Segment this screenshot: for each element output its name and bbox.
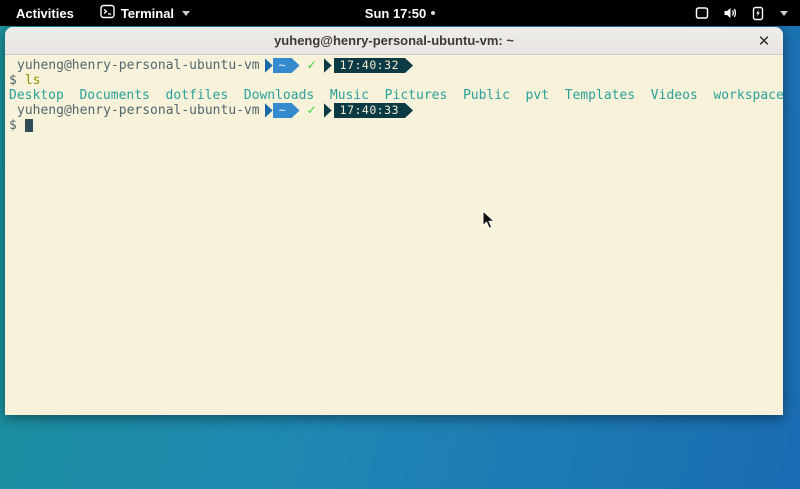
powerline-arrow-icon	[292, 103, 300, 118]
notification-dot-icon	[431, 11, 435, 15]
ls-output: Desktop Documents dotfiles Downloads Mus…	[9, 88, 783, 103]
battery-charging-icon	[750, 5, 766, 21]
prompt-directory-segment: ~	[265, 103, 300, 118]
powerline-arrow-icon	[265, 58, 273, 73]
prompt-line-2: yuheng@henry-personal-ubuntu-vm ~ ✓ 17:4…	[9, 103, 781, 118]
powerline-arrow-icon	[324, 58, 332, 73]
command-line: $ ls	[9, 73, 781, 88]
prompt-dollar: $	[9, 118, 17, 133]
powerline-arrow-icon	[405, 103, 413, 118]
prompt-time-segment: 17:40:32	[324, 58, 413, 73]
app-menu-label: Terminal	[121, 6, 174, 21]
powerline-arrow-icon	[292, 58, 300, 73]
terminal-cursor	[25, 119, 33, 132]
app-menu[interactable]: Terminal	[100, 4, 190, 22]
prompt-directory: ~	[273, 58, 292, 73]
window-titlebar[interactable]: yuheng@henry-personal-ubuntu-vm: ~ ✕	[5, 27, 783, 55]
volume-icon	[722, 5, 738, 21]
terminal-view[interactable]: yuheng@henry-personal-ubuntu-vm ~ ✓ 17:4…	[5, 55, 783, 414]
powerline-arrow-icon	[324, 103, 332, 118]
system-status-area[interactable]	[694, 5, 800, 21]
prompt-directory: ~	[273, 103, 292, 118]
prompt-dollar: $	[9, 73, 17, 88]
window-title: yuheng@henry-personal-ubuntu-vm: ~	[274, 33, 514, 48]
typed-command: ls	[25, 73, 41, 88]
success-check-icon: ✓	[307, 58, 317, 73]
powerline-arrow-icon	[405, 58, 413, 73]
terminal-app-icon	[100, 4, 115, 22]
prompt-user-host: yuheng@henry-personal-ubuntu-vm	[17, 103, 260, 118]
close-icon[interactable]: ✕	[751, 27, 777, 55]
top-bar-left: Activities Terminal	[0, 4, 190, 22]
chevron-down-icon	[182, 11, 190, 16]
clock[interactable]: Sun 17:50	[365, 6, 426, 21]
activities-button[interactable]: Activities	[10, 6, 80, 21]
input-line[interactable]: $	[9, 118, 781, 133]
prompt-timestamp: 17:40:32	[334, 58, 405, 73]
top-bar: Activities Terminal Sun 17:50	[0, 0, 800, 26]
screen-icon	[694, 5, 710, 21]
ls-output-line: Desktop Documents dotfiles Downloads Mus…	[9, 88, 781, 103]
prompt-user-host: yuheng@henry-personal-ubuntu-vm	[17, 58, 260, 73]
terminal-window: yuheng@henry-personal-ubuntu-vm: ~ ✕ yuh…	[5, 27, 783, 415]
chevron-down-icon	[780, 11, 788, 16]
prompt-directory-segment: ~	[265, 58, 300, 73]
prompt-line-1: yuheng@henry-personal-ubuntu-vm ~ ✓ 17:4…	[9, 58, 781, 73]
success-check-icon: ✓	[307, 103, 317, 118]
prompt-time-segment: 17:40:33	[324, 103, 413, 118]
powerline-arrow-icon	[265, 103, 273, 118]
prompt-timestamp: 17:40:33	[334, 103, 405, 118]
